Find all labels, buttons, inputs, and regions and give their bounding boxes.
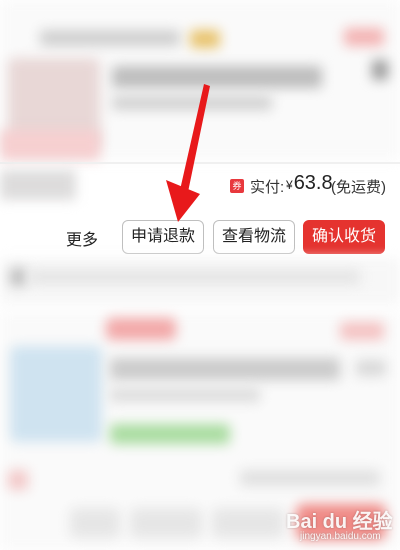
product-thumbnail	[10, 346, 102, 442]
paid-amount: ¥63.8	[286, 172, 333, 195]
product-spec-placeholder	[110, 388, 260, 402]
product-title-placeholder	[110, 358, 340, 380]
quantity-placeholder	[372, 60, 388, 80]
more-button[interactable]: 更多	[66, 226, 98, 250]
shop-badge-placeholder	[190, 30, 220, 48]
shipping-note: (免运费)	[331, 179, 386, 196]
notice-text-placeholder	[30, 270, 360, 284]
button-placeholder	[70, 508, 120, 538]
paid-label: 实付:	[250, 179, 285, 196]
shop-name-placeholder	[40, 30, 180, 46]
button-placeholder	[212, 508, 284, 538]
order-status-placeholder	[340, 322, 384, 340]
confirm-receipt-button[interactable]: 确认收货	[303, 220, 385, 254]
notice-icon	[10, 268, 26, 286]
baidu-jingyan-watermark: Bai du 经验 jingyan.baidu.com	[286, 505, 396, 545]
watermark-logo: Bai du 经验	[286, 511, 393, 533]
apply-refund-button[interactable]: 申请退款	[122, 220, 204, 254]
green-tag-placeholder	[110, 424, 230, 444]
red-arrow-annotation	[166, 84, 210, 222]
view-logistics-button[interactable]: 查看物流	[213, 220, 295, 254]
price-placeholder	[356, 360, 386, 376]
currency-symbol: ¥	[286, 178, 293, 192]
shop-tag-placeholder	[106, 318, 176, 340]
coupon-icon: 券	[230, 179, 244, 193]
total-placeholder	[240, 470, 380, 486]
amount-value: 63.8	[293, 172, 333, 194]
watermark-url: jingyan.baidu.com	[300, 531, 381, 542]
mini-thumbnail	[0, 170, 76, 200]
promo-tag-placeholder	[0, 130, 100, 160]
arrow-shaft	[180, 84, 210, 192]
order-status-placeholder	[344, 28, 384, 46]
icon-placeholder	[8, 470, 28, 490]
button-placeholder	[130, 508, 202, 538]
